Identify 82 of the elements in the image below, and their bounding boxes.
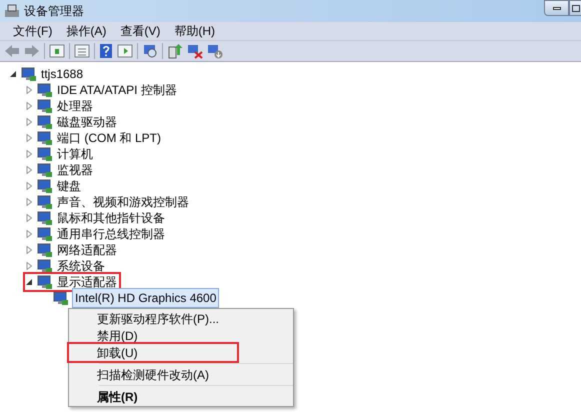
tree-row[interactable]: 声音、视频和游戏控制器 xyxy=(37,194,191,210)
expand-arrow-icon[interactable] xyxy=(25,86,33,94)
tree-row[interactable]: IDE ATA/ATAPI 控制器 xyxy=(37,82,179,98)
device-icon xyxy=(37,226,53,242)
tree-item[interactable]: 监视器 xyxy=(57,161,93,179)
tree-item[interactable]: 计算机 xyxy=(57,145,93,163)
menu-item[interactable]: 禁用(D) xyxy=(69,327,293,344)
expand-arrow-icon[interactable] xyxy=(25,166,33,174)
tree-row[interactable]: 显示适配器 xyxy=(25,274,119,290)
tree-item[interactable]: 键盘 xyxy=(57,177,81,195)
device-icon xyxy=(37,210,53,226)
tree-row[interactable]: 监视器 xyxy=(37,162,95,178)
tree-row[interactable]: 网络适配器 xyxy=(37,242,119,258)
device-icon xyxy=(37,82,53,98)
help-icon[interactable] xyxy=(99,43,113,59)
forward-icon[interactable] xyxy=(24,44,40,58)
tree-item[interactable]: IDE ATA/ATAPI 控制器 xyxy=(57,81,177,99)
menu-item[interactable]: 帮助(H) xyxy=(167,22,222,40)
expand-arrow-icon[interactable] xyxy=(25,198,33,206)
device-icon xyxy=(37,114,53,130)
minimize-button[interactable] xyxy=(544,0,569,16)
tree-item[interactable]: 声音、视频和游戏控制器 xyxy=(57,193,189,211)
tree-row[interactable]: ttjs1688 xyxy=(21,66,86,82)
menu-item[interactable]: 扫描检测硬件改动(A) xyxy=(69,366,293,383)
panel-icon[interactable] xyxy=(117,44,133,58)
device-icon xyxy=(37,146,53,162)
menu-item[interactable]: 文件(F) xyxy=(6,22,60,40)
device-icon xyxy=(37,274,53,290)
tree-item[interactable]: 网络适配器 xyxy=(57,241,117,259)
device-icon xyxy=(53,290,69,306)
menu-item[interactable]: 查看(V) xyxy=(113,22,168,40)
expand-arrow-icon[interactable] xyxy=(25,230,33,238)
tree-item[interactable]: Intel(R) HD Graphics 4600 xyxy=(73,289,218,307)
tree-item[interactable]: 处理器 xyxy=(57,97,93,115)
tree-row[interactable]: 系统设备 xyxy=(37,258,107,274)
tree-item[interactable]: 通用串行总线控制器 xyxy=(57,225,165,243)
tree-row[interactable]: 处理器 xyxy=(37,98,95,114)
maximize-button[interactable] xyxy=(569,0,581,16)
device-manager-icon xyxy=(4,4,20,18)
disable-icon[interactable] xyxy=(207,43,223,59)
scan-icon[interactable] xyxy=(142,43,158,59)
collapse-arrow-icon[interactable] xyxy=(25,278,33,286)
device-icon xyxy=(37,178,53,194)
tree-item[interactable]: 系统设备 xyxy=(57,257,105,275)
expand-arrow-icon[interactable] xyxy=(25,182,33,190)
menu-item[interactable]: 属性(R) xyxy=(69,388,293,405)
expand-arrow-icon[interactable] xyxy=(25,118,33,126)
tree-row[interactable]: 鼠标和其他指针设备 xyxy=(37,210,167,226)
device-icon xyxy=(37,194,53,210)
expand-arrow-icon[interactable] xyxy=(25,214,33,222)
device-icon xyxy=(37,130,53,146)
tree-row[interactable]: 计算机 xyxy=(37,146,95,162)
panel-icon[interactable] xyxy=(49,44,65,58)
expand-arrow-icon[interactable] xyxy=(25,102,33,110)
device-icon xyxy=(37,98,53,114)
tree-row[interactable]: 键盘 xyxy=(37,178,83,194)
device-icon xyxy=(37,242,53,258)
collapse-arrow-icon[interactable] xyxy=(9,70,17,78)
tree-row[interactable]: 磁盘驱动器 xyxy=(37,114,119,130)
tree-row[interactable]: 通用串行总线控制器 xyxy=(37,226,167,242)
tree-row[interactable]: 端口 (COM 和 LPT) xyxy=(37,130,163,146)
menu-item[interactable]: 更新驱动程序软件(P)... xyxy=(69,310,293,327)
menu-item[interactable]: 卸载(U) xyxy=(69,344,237,361)
window-title: 设备管理器 xyxy=(24,3,84,20)
tree-item[interactable]: ttjs1688 xyxy=(41,65,84,83)
back-icon[interactable] xyxy=(4,44,20,58)
list-icon[interactable] xyxy=(74,44,90,58)
tree-item[interactable]: 端口 (COM 和 LPT) xyxy=(57,129,161,147)
device-icon xyxy=(37,162,53,178)
tree-item[interactable]: 显示适配器 xyxy=(57,273,117,291)
expand-arrow-icon[interactable] xyxy=(25,262,33,270)
update-driver-icon[interactable] xyxy=(167,43,183,59)
tree-item[interactable]: 鼠标和其他指针设备 xyxy=(57,209,165,227)
expand-arrow-icon[interactable] xyxy=(25,150,33,158)
menu-item[interactable]: 操作(A) xyxy=(59,22,114,40)
tree-item[interactable]: 磁盘驱动器 xyxy=(57,113,117,131)
uninstall-icon[interactable] xyxy=(187,43,203,59)
tree-row[interactable]: Intel(R) HD Graphics 4600 xyxy=(53,290,220,306)
expand-arrow-icon[interactable] xyxy=(25,246,33,254)
device-icon xyxy=(37,258,53,274)
device-icon xyxy=(21,66,37,82)
expand-arrow-icon[interactable] xyxy=(25,134,33,142)
